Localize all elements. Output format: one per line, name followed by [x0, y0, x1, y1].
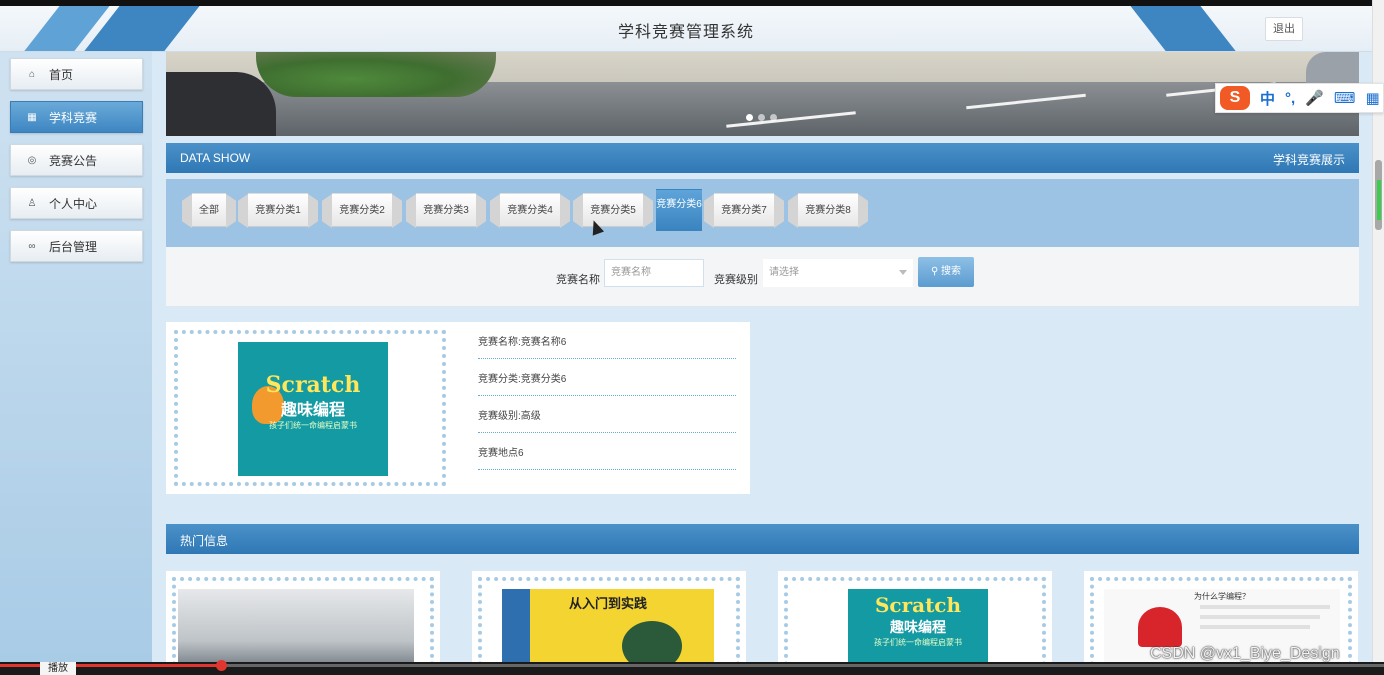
progress-fill [0, 664, 222, 667]
hot-card[interactable]: Scratch 趣味编程 孩子们统一命编程启蒙书 [778, 571, 1052, 675]
user-icon: ♙ [27, 197, 37, 209]
text-line [1200, 615, 1320, 619]
tab-category-1[interactable]: 竞赛分类1 [248, 193, 308, 227]
book-title-cn: 趣味编程 [280, 402, 345, 419]
info-level: 竞赛级别:高级 [478, 396, 736, 433]
banner-image [166, 72, 276, 136]
info-category: 竞赛分类:竞赛分类6 [478, 359, 736, 396]
text-line [1200, 625, 1310, 629]
sidebar-item-label: 个人中心 [49, 196, 98, 211]
tab-category-6[interactable]: 竞赛分类6 [656, 189, 702, 231]
apps-icon[interactable]: ▦ [1366, 89, 1380, 107]
sidebar-item-label: 竞赛公告 [49, 153, 98, 168]
search-button[interactable]: ⚲ 搜索 [918, 257, 974, 287]
search-icon: ⚲ [930, 266, 942, 277]
progress-handle[interactable] [216, 660, 227, 671]
logout-button[interactable]: 退出 [1265, 17, 1303, 41]
punctuation-icon[interactable]: °, [1285, 90, 1295, 107]
book-cover-image[interactable]: Scratch 趣味编程 孩子们统一命编程启蒙书 [238, 342, 388, 476]
video-progress[interactable] [0, 660, 1384, 671]
sidebar: ⌂ 首页 ▦ 学科竞赛 ◎ 竞赛公告 ♙ 个人中心 ∞ 后台管理 [0, 52, 152, 675]
book-title-cn: 趣味编程 [890, 619, 946, 635]
sidebar-item-profile[interactable]: ♙ 个人中心 [10, 187, 143, 219]
section-title: 热门信息 [180, 534, 229, 548]
section-subtitle: 学科竞赛展示 [1272, 153, 1345, 167]
watermark: CSDN @vx1_Biye_Design [1150, 645, 1340, 662]
tab-category-7[interactable]: 竞赛分类7 [714, 193, 774, 227]
tab-all[interactable]: 全部 [192, 193, 226, 227]
announce-icon: ◎ [27, 154, 37, 166]
chevron-down-icon [899, 270, 907, 275]
keyboard-icon[interactable]: ⌨ [1334, 89, 1356, 107]
home-icon: ⌂ [28, 68, 36, 80]
search-button-label: 搜索 [941, 266, 962, 277]
sogou-logo-icon[interactable]: S [1220, 86, 1250, 110]
book-subtitle: 孩子们统一命编程启蒙书 [269, 421, 357, 430]
name-label: 竞赛名称 [556, 274, 600, 286]
sidebar-item-admin[interactable]: ∞ 后台管理 [10, 230, 143, 262]
book-title-en: Scratch [265, 372, 361, 398]
tab-category-3[interactable]: 竞赛分类3 [416, 193, 476, 227]
sidebar-item-announcements[interactable]: ◎ 竞赛公告 [10, 144, 143, 176]
kid-illustration [1138, 607, 1182, 647]
book-caption: 从入门到实践 [568, 596, 647, 611]
banner-carousel[interactable] [166, 52, 1359, 136]
image-caption: 为什么学编程？ [1194, 592, 1250, 601]
app-header: 学科竞赛管理系统 退出 [0, 6, 1372, 52]
competition-card[interactable]: Scratch 趣味编程 孩子们统一命编程启蒙书 竞赛名称:竞赛名称6 竞赛分类… [166, 322, 750, 494]
scroll-indicator [1377, 180, 1381, 220]
text-line [1200, 605, 1330, 609]
data-show-bar: DATA SHOW 学科竞赛展示 [166, 143, 1359, 173]
sidebar-item-label: 后台管理 [49, 239, 98, 254]
card-image-frame: Scratch 趣味编程 孩子们统一命编程启蒙书 [174, 330, 446, 486]
sidebar-item-label: 首页 [49, 67, 74, 82]
hot-card[interactable]: 从入门到实践 [472, 571, 746, 675]
level-select-value: 请选择 [769, 267, 799, 278]
category-tabs: 全部 竞赛分类1 竞赛分类2 竞赛分类3 竞赛分类4 竞赛分类5 竞赛分类6 竞… [166, 179, 1359, 247]
ime-mode-toggle[interactable]: 中 [1260, 88, 1275, 109]
sidebar-item-competitions[interactable]: ▦ 学科竞赛 [10, 101, 143, 133]
competition-name-input[interactable]: 竞赛名称 [604, 259, 704, 287]
carousel-dots[interactable] [746, 114, 777, 121]
banner-image [256, 52, 496, 97]
tab-category-4[interactable]: 竞赛分类4 [500, 193, 560, 227]
link-icon: ∞ [28, 240, 36, 252]
carousel-dot[interactable] [746, 114, 753, 121]
tab-category-2[interactable]: 竞赛分类2 [332, 193, 392, 227]
play-button[interactable]: 播放 [40, 662, 76, 675]
microphone-icon[interactable]: 🎤 [1305, 89, 1324, 107]
grid-icon: ▦ [27, 111, 37, 123]
app-title: 学科竞赛管理系统 [617, 24, 754, 41]
hot-card[interactable] [166, 571, 440, 675]
search-form: 竞赛名称 竞赛名称 竞赛级别 请选择 ⚲ 搜索 [166, 247, 1359, 307]
info-name: 竞赛名称:竞赛名称6 [478, 322, 736, 359]
ime-toolbar[interactable]: S 中 °, 🎤 ⌨ ▦ [1215, 83, 1384, 113]
sidebar-item-home[interactable]: ⌂ 首页 [10, 58, 143, 90]
sidebar-item-label: 学科竞赛 [49, 110, 98, 125]
tab-category-8[interactable]: 竞赛分类8 [798, 193, 858, 227]
book-title-en: Scratch [874, 593, 962, 617]
level-select[interactable]: 请选择 [763, 259, 913, 287]
level-label: 竞赛级别 [714, 274, 758, 286]
section-title: DATA SHOW [180, 151, 251, 165]
hot-info-bar: 热门信息 [166, 524, 1359, 554]
info-location: 竞赛地点6 [478, 433, 736, 470]
carousel-dot[interactable] [758, 114, 765, 121]
book-subtitle: 孩子们统一命编程启蒙书 [874, 638, 962, 647]
carousel-dot[interactable] [770, 114, 777, 121]
